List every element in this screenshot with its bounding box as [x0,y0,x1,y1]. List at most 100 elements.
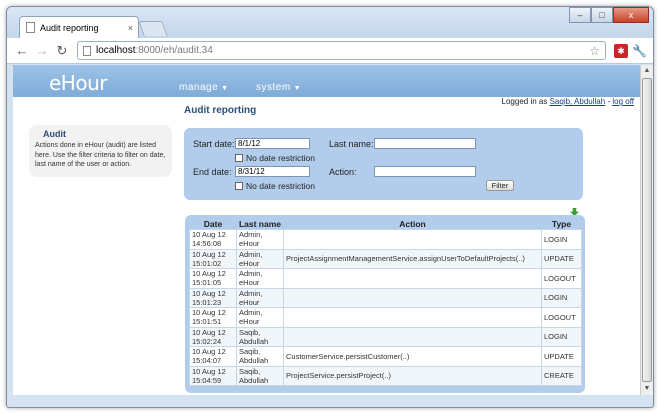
new-tab-button[interactable] [138,21,168,36]
cell-type: LOGOUT [541,307,582,328]
cell-action [283,326,542,347]
page-icon [83,45,91,56]
logoff-link[interactable]: log off [612,97,634,106]
cell-action: CustomerService.persistCustomer(..) [283,346,542,367]
checkbox-box[interactable] [235,154,243,162]
menu-manage-label: manage [179,82,219,93]
last-name-label: Last name: [329,139,374,149]
page-title: Audit reporting [184,105,257,116]
table-row: 10 Aug 12 15:01:51 Admin, eHour LOGOUT [189,307,582,328]
cell-action: ProjectService.persistProject(..) [283,365,542,386]
column-header-type[interactable]: Type [541,219,582,230]
table-row: 10 Aug 12 15:01:23 Admin, eHour LOGIN [189,287,582,308]
menu-system[interactable]: system ▼ [256,82,301,93]
cell-date: 10 Aug 12 15:01:02 [189,248,237,269]
start-date-input[interactable] [235,138,310,149]
cell-date: 10 Aug 12 15:04:59 [189,365,237,386]
browser-tab[interactable]: Audit reporting × [19,16,139,38]
user-name-link[interactable]: Saqib, Abdullah [550,97,606,106]
end-date-label: End date: [193,167,232,177]
cell-date: 10 Aug 12 14:56:08 [189,229,237,250]
scroll-up-icon[interactable]: ▲ [641,65,653,77]
column-header-date[interactable]: Date [189,219,237,230]
end-date-input[interactable] [235,166,310,177]
table-row: 10 Aug 12 15:02:24 Saqib, Abdullah LOGIN [189,326,582,347]
page-icon [26,22,35,33]
table-row: 10 Aug 12 14:56:08 Admin, eHour LOGIN [189,229,582,250]
caret-down-icon: ▼ [221,85,229,92]
cell-last-name: Admin, eHour [236,307,284,328]
tab-strip: Audit reporting × – □ x [7,7,653,38]
cell-action [283,229,542,250]
action-label: Action: [329,167,357,177]
tab-close-icon[interactable]: × [128,23,133,33]
cell-last-name: Saqib, Abdullah [236,326,284,347]
menu-manage[interactable]: manage ▼ [179,82,229,93]
cell-last-name: Admin, eHour [236,229,284,250]
table-header-row: Date Last name Action Type [189,219,582,230]
scroll-down-icon[interactable]: ▼ [641,383,653,395]
reload-icon[interactable]: ↻ [53,42,71,60]
cell-date: 10 Aug 12 15:01:05 [189,268,237,289]
forward-arrow-icon[interactable]: → [33,42,51,60]
last-name-input[interactable] [374,138,476,149]
browser-window: Audit reporting × – □ x ← → ↻ localhost … [6,6,654,408]
cell-type: LOGIN [541,287,582,308]
scrollbar-thumb[interactable] [642,78,652,382]
sidebar-text: Actions done in eHour (audit) are listed… [35,142,166,168]
cell-type: LOGOUT [541,268,582,289]
table-row: 10 Aug 12 15:01:05 Admin, eHour LOGOUT [189,268,582,289]
minimize-button[interactable]: – [569,7,591,23]
bookmark-star-icon[interactable]: ☆ [589,44,600,58]
caret-down-icon: ▼ [293,85,302,92]
close-window-button[interactable]: x [613,7,649,23]
separator: - [607,97,611,106]
url-host: localhost [96,45,136,56]
table-row: 10 Aug 12 15:04:07 Saqib, Abdullah Custo… [189,346,582,367]
filter-button[interactable]: Filter [486,180,514,191]
column-header-last-name[interactable]: Last name [236,219,284,230]
cell-type: CREATE [541,365,582,386]
cell-action [283,287,542,308]
cell-last-name: Admin, eHour [236,248,284,269]
audit-table-panel: Date Last name Action Type 10 Aug 12 14:… [185,215,585,393]
audit-table: Date Last name Action Type 10 Aug 12 14:… [189,219,582,386]
cell-last-name: Admin, eHour [236,268,284,289]
wrench-icon[interactable]: 🔧 [632,44,647,58]
sidebar-title: Audit [43,129,66,139]
cell-type: UPDATE [541,248,582,269]
app-header: eHour manage ▼ system ▼ [13,65,640,97]
start-no-restriction-checkbox[interactable]: No date restriction [235,153,315,163]
tab-title: Audit reporting [40,22,99,33]
table-row: 10 Aug 12 15:01:02 Admin, eHour ProjectA… [189,248,582,269]
url-path: :8000/eh/audit.34 [135,45,213,56]
address-bar[interactable]: localhost :8000/eh/audit.34 ☆ [77,41,607,60]
end-no-restriction-checkbox[interactable]: No date restriction [235,181,315,191]
sidebar-help-box: Audit Actions done in eHour (audit) are … [29,125,172,177]
logged-in-label: Logged in as [501,97,548,106]
column-header-action[interactable]: Action [283,219,542,230]
cell-date: 10 Aug 12 15:01:23 [189,287,237,308]
vertical-scrollbar[interactable]: ▲ ▼ [640,65,653,395]
action-input[interactable] [374,166,476,177]
cell-action: ProjectAssignmentManagementService.assig… [283,248,542,269]
start-date-label: Start date: [193,139,235,149]
cell-type: LOGIN [541,229,582,250]
cell-date: 10 Aug 12 15:02:24 [189,326,237,347]
back-arrow-icon[interactable]: ← [13,42,31,60]
extension-icon[interactable]: ✱ [614,43,629,58]
ehour-logo[interactable]: eHour [49,71,107,95]
checkbox-box[interactable] [235,182,243,190]
cell-date: 10 Aug 12 15:04:07 [189,346,237,367]
cell-action [283,307,542,328]
cell-date: 10 Aug 12 15:01:51 [189,307,237,328]
cell-last-name: Saqib, Abdullah [236,346,284,367]
page-viewport: eHour manage ▼ system ▼ Logged in as Saqib… [13,65,640,395]
maximize-button[interactable]: □ [591,7,613,23]
menu-system-label: system [256,82,291,93]
checkbox-label: No date restriction [246,153,315,163]
cell-last-name: Admin, eHour [236,287,284,308]
cell-last-name: Saqib, Abdullah [236,365,284,386]
checkbox-label: No date restriction [246,181,315,191]
cell-type: UPDATE [541,346,582,367]
